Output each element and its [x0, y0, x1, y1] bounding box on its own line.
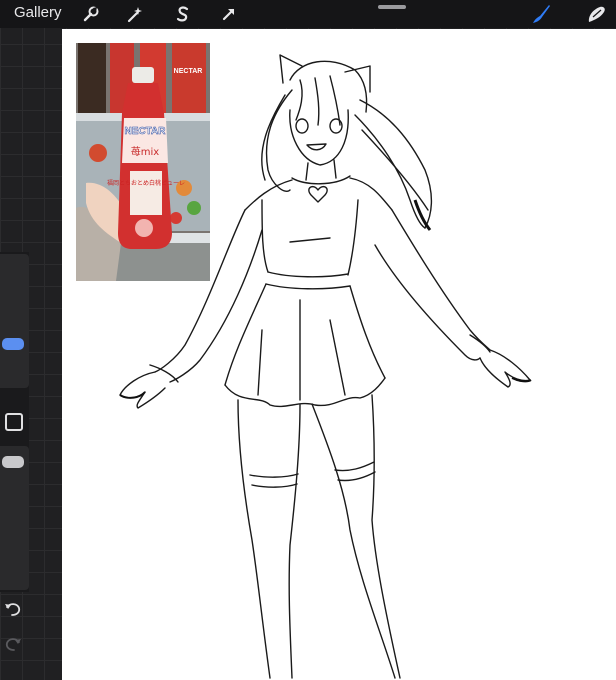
- opacity-knob[interactable]: [2, 456, 24, 468]
- reference-photo-art: NECTAR 苺mix 福岡とちおとめ白桃ピューレ NECTAR: [76, 43, 210, 281]
- undo-icon[interactable]: [4, 601, 22, 622]
- bottle-brand-label: NECTAR: [125, 126, 167, 137]
- redo-icon[interactable]: [4, 636, 22, 657]
- reference-photo[interactable]: NECTAR 苺mix 福岡とちおとめ白桃ピューレ NECTAR: [76, 43, 210, 281]
- brush-size-knob[interactable]: [2, 338, 24, 350]
- bottle-desc-label: 福岡とちおとめ白桃ピューレ: [107, 179, 185, 187]
- opacity-slider[interactable]: [0, 446, 29, 590]
- modify-square-button[interactable]: [5, 413, 23, 431]
- shelf-brand-label: NECTAR: [174, 68, 203, 75]
- bottle-flavor-label: 苺mix: [131, 146, 160, 158]
- brush-size-slider[interactable]: [0, 254, 29, 388]
